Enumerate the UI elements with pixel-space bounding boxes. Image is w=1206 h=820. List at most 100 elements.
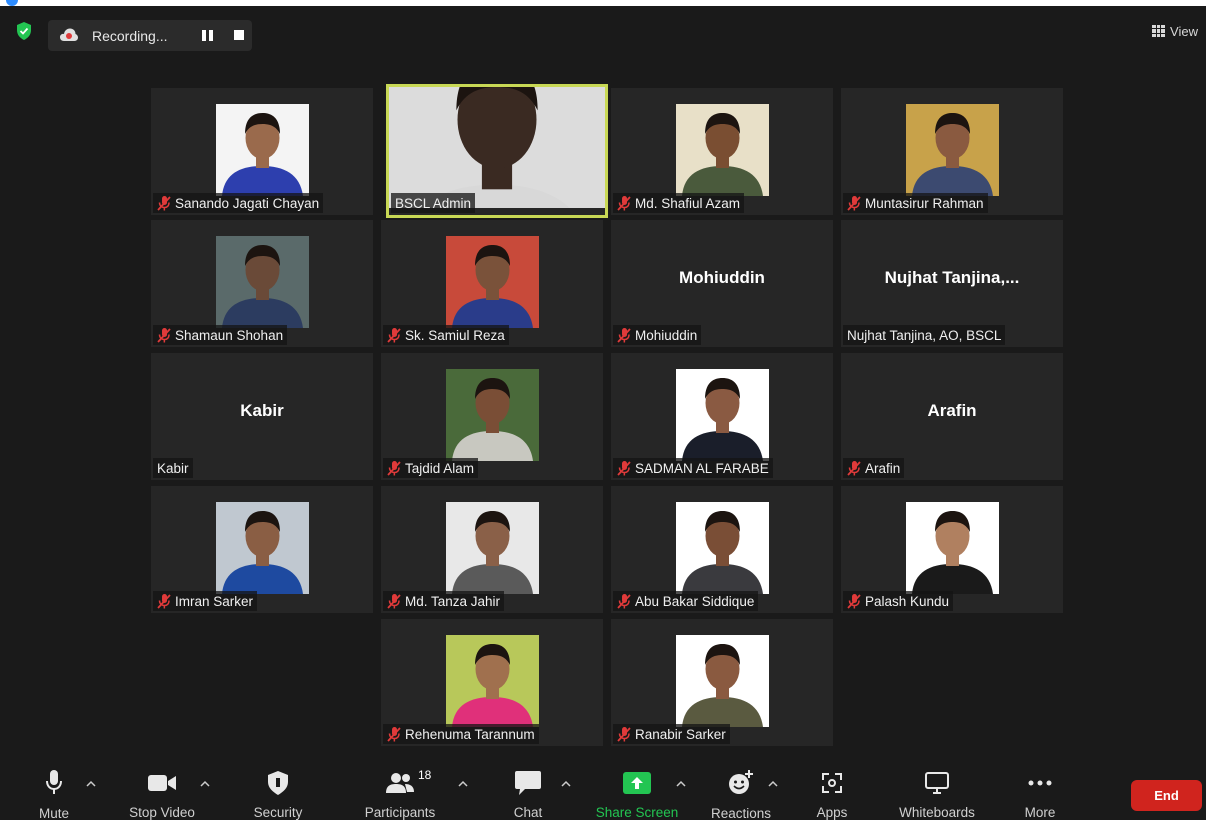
participant-tile[interactable]: Arafin Arafin (841, 353, 1063, 480)
participant-name: Ranabir Sarker (635, 726, 726, 742)
participants-button[interactable]: 18 Participants (362, 768, 438, 820)
participant-name-tag: Tajdid Alam (383, 458, 479, 478)
video-camera-icon (148, 774, 176, 791)
participant-tile[interactable]: Kabir Kabir (151, 353, 373, 480)
participant-video-feed (446, 635, 539, 727)
share-screen-icon (623, 771, 651, 794)
mic-muted-icon (847, 593, 861, 609)
participant-name-tag: Kabir (153, 458, 193, 478)
participant-tile[interactable]: SADMAN AL FARABE (611, 353, 833, 480)
mute-options-caret-icon[interactable] (86, 780, 96, 787)
participant-video-feed (906, 502, 999, 594)
participant-tile[interactable]: Sanando Jagati Chayan (151, 88, 373, 215)
whiteboard-icon (925, 771, 949, 794)
participant-name-tag: Arafin (843, 458, 905, 478)
mic-muted-icon (157, 195, 171, 211)
participant-name-tag: Nujhat Tanjina, AO, BSCL (843, 325, 1006, 345)
mic-muted-icon (387, 327, 401, 343)
microphone-icon (46, 770, 62, 794)
participant-tile[interactable]: Md. Shafiul Azam (611, 88, 833, 215)
more-button[interactable]: More (1018, 770, 1062, 820)
chat-bubble-icon (515, 770, 541, 795)
participant-video-feed (446, 369, 539, 461)
reactions-options-caret-icon[interactable] (768, 780, 778, 787)
participant-name-tag: Sk. Samiul Reza (383, 325, 509, 345)
stop-video-button[interactable]: Stop Video (122, 770, 202, 820)
participant-video-feed (676, 502, 769, 594)
participant-name: Md. Tanza Jahir (405, 593, 501, 609)
meeting-controls-bar: Mute Stop Video Security 18 Participants… (0, 760, 1206, 820)
mic-muted-icon (617, 726, 631, 742)
participant-name: Mohiuddin (635, 327, 698, 343)
participant-name: Abu Bakar Siddique (635, 593, 755, 609)
mic-muted-icon (387, 593, 401, 609)
participant-tile[interactable]: Abu Bakar Siddique (611, 486, 833, 613)
participant-name-tag: Abu Bakar Siddique (613, 591, 759, 611)
participants-count: 18 (418, 768, 432, 782)
participant-tile[interactable]: Md. Tanza Jahir (381, 486, 603, 613)
chat-button[interactable]: Chat (508, 770, 548, 820)
participant-name-tag: Md. Shafiul Azam (613, 193, 745, 213)
participant-name: Shamaun Shohan (175, 327, 284, 343)
mic-muted-icon (617, 460, 631, 476)
mic-muted-icon (387, 726, 401, 742)
end-meeting-button[interactable]: End (1131, 780, 1202, 811)
reactions-smiley-icon (729, 770, 753, 794)
participant-tile[interactable]: Palash Kundu (841, 486, 1063, 613)
reactions-button[interactable]: Reactions (708, 770, 774, 820)
participant-tile[interactable]: BSCL Admin (386, 84, 608, 218)
participant-video-feed (216, 104, 309, 196)
chat-options-caret-icon[interactable] (561, 780, 571, 787)
security-shield-icon (268, 770, 288, 795)
participant-name-tag: SADMAN AL FARABE (613, 458, 773, 478)
participant-tile[interactable]: Mohiuddin Mohiuddin (611, 220, 833, 347)
participant-name-tag: Palash Kundu (843, 591, 954, 611)
participant-name-tag: Ranabir Sarker (613, 724, 730, 744)
whiteboards-button[interactable]: Whiteboards (892, 770, 982, 820)
mic-muted-icon (387, 460, 401, 476)
mute-button[interactable]: Mute (34, 770, 74, 820)
participant-name: Nujhat Tanjina, AO, BSCL (847, 327, 1002, 343)
participant-tile[interactable]: Sk. Samiul Reza (381, 220, 603, 347)
security-button[interactable]: Security (248, 770, 308, 820)
mic-muted-icon (157, 593, 171, 609)
mic-muted-icon (847, 195, 861, 211)
participant-name-tag: Muntasirur Rahman (843, 193, 988, 213)
share-screen-button[interactable]: Share Screen (594, 770, 680, 820)
participants-icon (386, 772, 414, 793)
participant-tile[interactable]: Muntasirur Rahman (841, 88, 1063, 215)
participants-options-caret-icon[interactable] (458, 780, 468, 787)
participant-name-tag: BSCL Admin (391, 193, 476, 213)
participant-name: Arafin (865, 460, 901, 476)
participant-tile[interactable]: Shamaun Shohan (151, 220, 373, 347)
participant-tile[interactable]: Imran Sarker (151, 486, 373, 613)
participant-tile[interactable]: Nujhat Tanjina,... Nujhat Tanjina, AO, BS… (841, 220, 1063, 347)
participant-name-tag: Rehenuma Tarannum (383, 724, 539, 744)
mic-muted-icon (617, 327, 631, 343)
participant-name-tag: Shamaun Shohan (153, 325, 288, 345)
share-options-caret-icon[interactable] (676, 780, 686, 787)
participant-name: BSCL Admin (395, 195, 472, 211)
participant-video-feed (676, 635, 769, 727)
apps-icon (822, 772, 842, 793)
participant-name-tag: Mohiuddin (613, 325, 702, 345)
participant-video-feed (676, 104, 769, 196)
participant-name: Sk. Samiul Reza (405, 327, 505, 343)
participant-name-tag: Sanando Jagati Chayan (153, 193, 324, 213)
participant-name: SADMAN AL FARABE (635, 460, 769, 476)
participant-tile[interactable]: Ranabir Sarker (611, 619, 833, 746)
video-options-caret-icon[interactable] (200, 780, 210, 787)
participant-name: Tajdid Alam (405, 460, 475, 476)
participant-name: Rehenuma Tarannum (405, 726, 535, 742)
participant-video-feed (906, 104, 999, 196)
participant-name: Kabir (157, 460, 189, 476)
participant-video-feed (389, 87, 605, 208)
mic-muted-icon (157, 327, 171, 343)
participant-video-feed (446, 236, 539, 328)
apps-button[interactable]: Apps (812, 770, 852, 820)
participant-name: Md. Shafiul Azam (635, 195, 741, 211)
participant-tile[interactable]: Rehenuma Tarannum (381, 619, 603, 746)
participant-tile[interactable]: Tajdid Alam (381, 353, 603, 480)
mic-muted-icon (847, 460, 861, 476)
participant-name-tag: Md. Tanza Jahir (383, 591, 505, 611)
